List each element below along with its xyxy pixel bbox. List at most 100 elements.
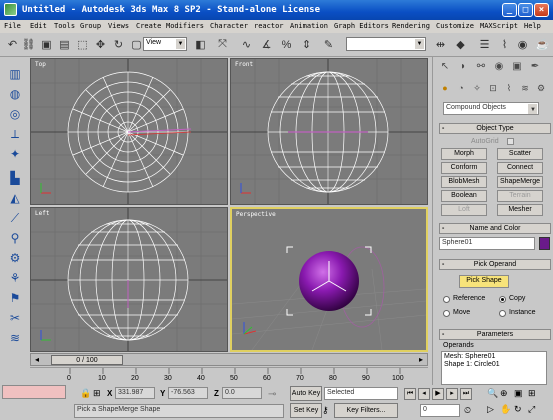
- prev-key-icon[interactable]: ◂: [418, 388, 430, 400]
- goto-start-icon[interactable]: ⏮: [404, 388, 416, 400]
- time-config-icon[interactable]: ⏲: [464, 405, 471, 416]
- shapes-icon[interactable]: ◔: [453, 83, 469, 97]
- time-slider[interactable]: 0 / 100 ◂ ▸: [30, 353, 428, 366]
- spring-icon[interactable]: ⟋: [6, 209, 24, 227]
- minimize-button[interactable]: _: [502, 3, 517, 17]
- layer-manager-icon[interactable]: ☰: [476, 36, 493, 53]
- select-move-icon[interactable]: ✥: [92, 36, 109, 53]
- copy-radio[interactable]: [499, 296, 506, 303]
- spinner-snap-icon[interactable]: ⇕: [298, 36, 315, 53]
- systems-icon[interactable]: ⚙: [533, 83, 549, 97]
- utilities-tab-icon[interactable]: ✒: [527, 61, 543, 75]
- loft-button[interactable]: Loft: [441, 204, 487, 216]
- pick-operand-rollout[interactable]: - Pick Operand: [439, 259, 551, 270]
- deforming-mesh-icon[interactable]: ▙: [6, 169, 24, 187]
- select-manipulate-icon[interactable]: ⤧: [214, 36, 231, 53]
- boolean-button[interactable]: Boolean: [441, 190, 487, 202]
- parameters-rollout[interactable]: - Parameters: [439, 329, 551, 340]
- operands-list[interactable]: Mesh: Sphere01 Shape 1: Circle01: [441, 351, 547, 385]
- water-icon[interactable]: ≋: [6, 329, 24, 347]
- connect-button[interactable]: Connect: [497, 162, 543, 174]
- snap-3d-icon[interactable]: ∿: [238, 36, 255, 53]
- menu-reactor[interactable]: reactor: [254, 22, 284, 30]
- hierarchy-tab-icon[interactable]: ⚯: [473, 61, 489, 75]
- close-button[interactable]: ×: [534, 3, 549, 17]
- select-object-icon[interactable]: ▣: [38, 36, 55, 53]
- material-editor-icon[interactable]: ◉: [514, 36, 531, 53]
- blobmesh-button[interactable]: BlobMesh: [441, 176, 487, 188]
- rigid-body-icon[interactable]: ◍: [6, 85, 24, 103]
- goto-end-icon[interactable]: ⏭: [460, 388, 472, 400]
- track-bar[interactable]: 0 10 20 30 40 50 60 70 80 90 100: [30, 367, 428, 385]
- edit-named-selection-icon[interactable]: ✎: [320, 36, 337, 53]
- scatter-button[interactable]: Scatter: [497, 148, 543, 160]
- object-color-swatch[interactable]: [539, 237, 550, 250]
- set-key-button[interactable]: Set Key: [290, 403, 322, 418]
- pick-shape-button[interactable]: Pick Shape: [459, 275, 509, 288]
- next-frame-icon[interactable]: ▸: [419, 355, 423, 364]
- zoom-extents-icon[interactable]: ▣: [514, 388, 523, 399]
- menu-modifiers[interactable]: Modifiers: [166, 22, 204, 30]
- percent-snap-icon[interactable]: %: [278, 36, 295, 53]
- reference-coordinate-dropdown[interactable]: View ▼: [143, 37, 187, 51]
- lights-icon[interactable]: ✧: [469, 83, 485, 97]
- wind-icon[interactable]: ⚘: [6, 269, 24, 287]
- menu-help[interactable]: Help: [524, 22, 541, 30]
- reactor-icon[interactable]: ▥: [6, 65, 24, 83]
- object-name-field[interactable]: Sphere01: [439, 237, 535, 250]
- app-icon[interactable]: [4, 3, 17, 16]
- viewport-left[interactable]: Left: [30, 207, 228, 352]
- render-icon[interactable]: ☕: [534, 36, 551, 53]
- menu-file[interactable]: File: [4, 22, 21, 30]
- mirror-icon[interactable]: ⇹: [432, 36, 449, 53]
- cameras-icon[interactable]: ⊡: [485, 83, 501, 97]
- pan-icon[interactable]: ✋: [500, 404, 511, 415]
- dashpot-icon[interactable]: ⚲: [6, 229, 24, 247]
- fracture-icon[interactable]: ✂: [6, 309, 24, 327]
- menu-character[interactable]: Character: [210, 22, 248, 30]
- named-selection-dropdown[interactable]: ▼: [346, 37, 426, 51]
- menu-create[interactable]: Create: [136, 22, 161, 30]
- motion-tab-icon[interactable]: ◉: [491, 61, 507, 75]
- menu-graph-editors[interactable]: Graph Editors: [334, 22, 389, 30]
- align-icon[interactable]: ◆: [452, 36, 469, 53]
- select-link-icon[interactable]: ⛓: [20, 36, 37, 53]
- spacewarps-icon[interactable]: ≋: [517, 83, 533, 97]
- lock-selection-icon[interactable]: 🔒: [80, 388, 91, 399]
- play-icon[interactable]: ▶: [432, 388, 444, 400]
- menu-views[interactable]: Views: [108, 22, 129, 30]
- rope-icon[interactable]: ✦: [6, 145, 24, 163]
- absolute-mode-icon[interactable]: ⊞: [93, 388, 101, 399]
- plane-icon[interactable]: ◭: [6, 189, 24, 207]
- zoom-extents-all-icon[interactable]: ⊞: [528, 388, 536, 399]
- maxscript-listener-mini[interactable]: [2, 385, 66, 399]
- selection-set-dropdown[interactable]: Selected: [324, 387, 398, 400]
- maximize-viewport-icon[interactable]: ⤢: [528, 404, 535, 415]
- time-slider-thumb[interactable]: 0 / 100: [51, 355, 123, 365]
- next-key-icon[interactable]: ▸: [446, 388, 458, 400]
- menu-group[interactable]: Group: [80, 22, 101, 30]
- list-item[interactable]: Shape 1: Circle01: [442, 361, 546, 368]
- name-color-rollout[interactable]: - Name and Color: [439, 223, 551, 234]
- toy-car-icon[interactable]: ⚑: [6, 289, 24, 307]
- select-by-name-icon[interactable]: ▤: [56, 36, 73, 53]
- pivot-center-icon[interactable]: ◧: [192, 36, 209, 53]
- key-filters-button[interactable]: Key Filters...: [334, 403, 398, 418]
- motor-icon[interactable]: ⚙: [6, 249, 24, 267]
- instance-radio[interactable]: [499, 310, 506, 317]
- menu-tools[interactable]: Tools: [54, 22, 75, 30]
- autogrid-checkbox[interactable]: [507, 138, 514, 145]
- menu-customize[interactable]: Customize: [436, 22, 474, 30]
- prev-frame-icon[interactable]: ◂: [35, 355, 39, 364]
- shapemerge-button[interactable]: ShapeMerge: [497, 176, 543, 188]
- menu-rendering[interactable]: Rendering: [392, 22, 430, 30]
- curve-editor-icon[interactable]: ⌇: [496, 36, 513, 53]
- arc-rotate-icon[interactable]: ↻: [514, 404, 522, 415]
- current-frame-field[interactable]: 0: [420, 404, 460, 417]
- viewport-perspective[interactable]: Perspective: [230, 207, 428, 352]
- geometry-icon[interactable]: ●: [437, 83, 453, 97]
- key-icon[interactable]: ⚷: [322, 405, 329, 416]
- select-rotate-icon[interactable]: ↻: [110, 36, 127, 53]
- object-type-rollout[interactable]: - Object Type: [439, 123, 551, 134]
- zoom-icon[interactable]: 🔍: [487, 388, 498, 399]
